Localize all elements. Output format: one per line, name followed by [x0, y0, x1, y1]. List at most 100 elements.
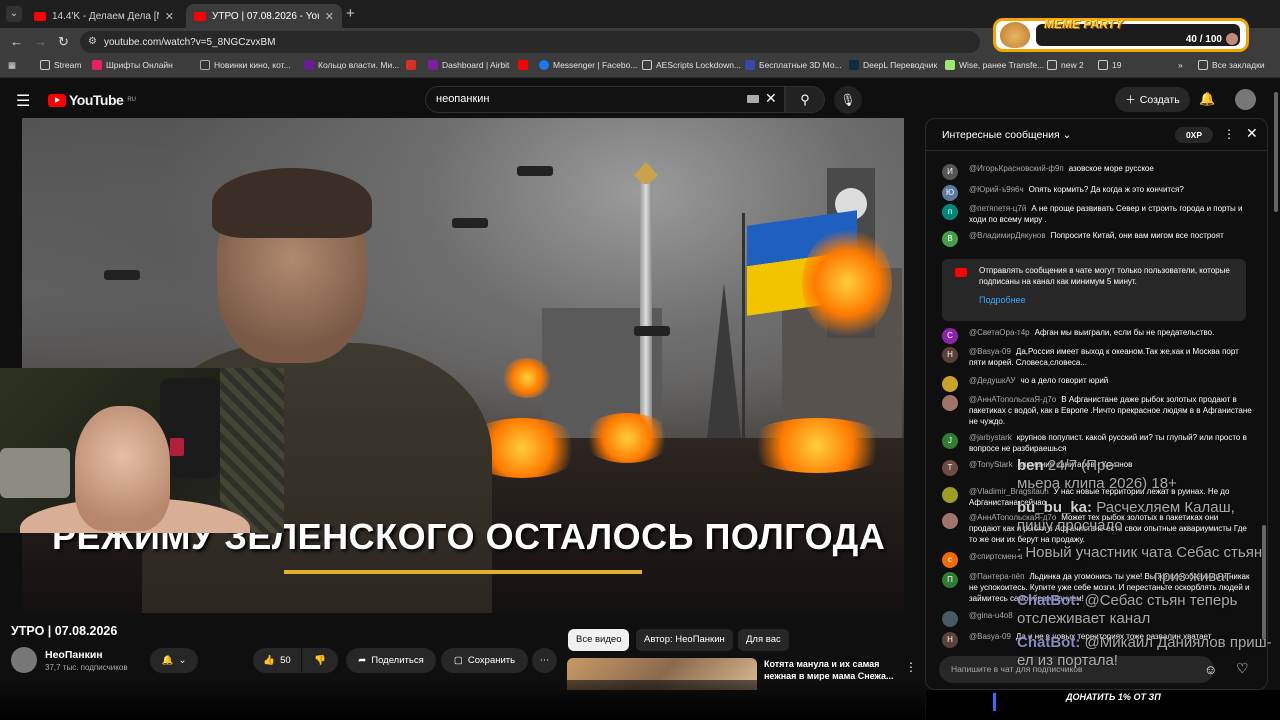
chat-author[interactable]: @Юрий-ъ9я6ч — [969, 185, 1024, 194]
recommendation-title[interactable]: Котята манула и их самая нежная в мире м… — [764, 658, 904, 682]
filter-chip-all[interactable]: Все видео — [568, 629, 630, 651]
bookmark-messenger[interactable]: Messenger | Facebo... — [539, 60, 637, 70]
browser-tab-2[interactable]: УТРО | 07.08.2026 - YouTub ✕ — [186, 4, 342, 28]
channel-name[interactable]: НеоПанкин — [45, 649, 103, 661]
chat-more-icon[interactable]: ⋮ — [1223, 127, 1235, 141]
dislike-button[interactable]: 👎 — [302, 648, 338, 673]
subscription-bell-button[interactable]: 🔔 ⌄ — [150, 648, 198, 673]
like-button[interactable]: 👍 50 — [253, 648, 301, 673]
overlay-chat-text: @Себас стьян теперь — [1084, 592, 1238, 609]
chat-avatar[interactable] — [942, 611, 958, 627]
bookmark-rings-of-power[interactable]: Кольцо власти. Ми... — [304, 60, 399, 70]
chat-avatar[interactable]: Ю — [942, 185, 958, 201]
chat-avatar[interactable]: J — [942, 433, 958, 449]
chat-avatar[interactable]: Н — [942, 347, 958, 363]
chat-avatar[interactable]: П — [942, 572, 958, 588]
chat-author[interactable]: @ИгорьКрасновский-ф9п — [969, 164, 1064, 173]
bookmark-19[interactable]: 19 — [1098, 60, 1121, 70]
bookmark-wise[interactable]: Wise, ранее Transfe... — [945, 60, 1044, 70]
bookmark-movies[interactable]: Новинки кино, кот... — [200, 60, 291, 70]
new-tab-button[interactable]: + — [346, 5, 355, 22]
video-player[interactable]: РЕЖИМУ ЗЕЛЕНСКОГО ОСТАЛОСЬ ПОЛГОДА — [22, 118, 904, 613]
chat-avatar[interactable] — [942, 513, 958, 529]
browser-tab-1[interactable]: 14.4'K - Делаем Дела [MATOE ✕ — [26, 4, 182, 28]
bookmark-new-2[interactable]: new 2 — [1047, 60, 1084, 70]
chat-author[interactable]: @СветаОра-т4р — [969, 328, 1030, 337]
back-icon[interactable]: ← — [10, 34, 23, 49]
channel-avatar[interactable] — [11, 647, 37, 673]
page-scrollbar[interactable] — [1272, 80, 1280, 690]
chat-author[interactable]: @jarbystark — [969, 433, 1012, 442]
bookmark-airbit[interactable]: Dashboard | Airbit — [428, 60, 509, 70]
more-actions-button[interactable]: ⋯ — [532, 648, 557, 673]
chat-avatar[interactable]: T — [942, 460, 958, 476]
youtube-logo[interactable]: YouTube RU — [48, 92, 136, 108]
chat-author[interactable]: @ДедушкАУ — [969, 376, 1015, 385]
chat-text: Попросите Китай, они вам мигом все постр… — [1050, 231, 1224, 240]
chat-author[interactable]: @Basya-09 — [969, 347, 1011, 356]
xp-badge[interactable]: 0XP — [1175, 127, 1213, 143]
reload-icon[interactable]: ↻ — [58, 34, 69, 50]
chat-author[interactable]: @АннАТопольскаЯ-д7о — [969, 395, 1056, 404]
chat-author[interactable]: @TonyStark — [969, 460, 1013, 469]
share-button[interactable]: ➦ Поделиться — [346, 648, 436, 673]
bookmark-3d-models[interactable]: Бесплатные 3D Мо... — [745, 60, 842, 70]
site-info-icon[interactable]: ⚙ — [88, 36, 97, 47]
menu-icon[interactable]: ☰ — [16, 91, 30, 111]
chat-scrollbar[interactable] — [1262, 155, 1266, 645]
search-button[interactable]: ⚲ — [785, 86, 825, 113]
clear-search-icon[interactable]: ✕ — [765, 90, 777, 107]
chat-avatar[interactable]: с — [942, 552, 958, 568]
bookmark-fonts[interactable]: Шрифты Онлайн — [92, 60, 173, 70]
close-chat-icon[interactable]: ✕ — [1246, 125, 1258, 142]
bookmark-stream[interactable]: Stream — [40, 60, 81, 70]
chat-message: Ю @Юрий-ъ9я6ч Опять кормить? Да когда ж эт… — [942, 184, 1252, 201]
recommendation-more-icon[interactable]: ⋮ — [905, 660, 917, 674]
youtube-header: ☰ YouTube RU неопанкин ✕ ⚲ 🎙 ＋ Создать 🔔 — [0, 80, 1280, 118]
avatar[interactable] — [1235, 89, 1256, 110]
notice-more-link[interactable]: Подробнее — [979, 295, 1026, 305]
close-tab-icon[interactable]: ✕ — [325, 10, 334, 23]
chat-author[interactable]: @Пантера-пёп — [969, 572, 1024, 581]
close-tab-icon[interactable]: ✕ — [165, 10, 174, 23]
filter-chip-author[interactable]: Автор: НеоПанкин — [636, 629, 733, 651]
chat-mode-dropdown[interactable]: Интересные сообщения ⌄ — [942, 129, 1071, 141]
chat-avatar[interactable]: С — [942, 328, 958, 344]
chat-author[interactable]: @Basya-09 — [969, 632, 1011, 641]
chat-author[interactable]: @спиртсмен-з — [969, 552, 1022, 561]
tab-1-label: 14.4'K - Делаем Дела [MATOE — [52, 10, 159, 22]
more-icon: ⋯ — [539, 655, 550, 666]
chat-avatar[interactable]: И — [942, 164, 958, 180]
apps-icon[interactable]: ▦ — [8, 60, 16, 71]
overlay-chat-line: пишу просчало — [1017, 517, 1123, 535]
bookmark-aescripts[interactable]: AEScripts Lockdown... — [642, 60, 741, 70]
voice-search-button[interactable]: 🎙 — [834, 86, 862, 114]
keyboard-icon[interactable] — [747, 95, 759, 103]
video-tower — [706, 283, 742, 448]
bookmark-gmail[interactable] — [406, 60, 416, 70]
address-bar[interactable]: ⚙ youtube.com/watch?v=5_8NGCzvxBM — [80, 31, 980, 53]
chat-avatar[interactable] — [942, 395, 958, 411]
chat-author[interactable]: @ВладимирДякунов — [969, 231, 1046, 240]
emoji-icon[interactable]: ☺ — [1204, 662, 1217, 677]
save-button[interactable]: ▢ Сохранить — [441, 648, 528, 673]
notifications-icon[interactable]: 🔔 — [1199, 91, 1215, 107]
create-button[interactable]: ＋ Создать — [1115, 87, 1190, 112]
bookmark-all[interactable]: Все закладки — [1198, 60, 1265, 70]
chat-avatar[interactable]: Н — [942, 632, 958, 648]
search-input[interactable]: неопанкин — [425, 86, 785, 113]
bookmark-youtube[interactable] — [518, 60, 528, 70]
chat-avatar[interactable]: В — [942, 231, 958, 247]
bookmark-deepl[interactable]: DeepL Переводчик — [849, 60, 937, 70]
chat-avatar[interactable]: п — [942, 204, 958, 220]
chat-author[interactable]: @петяпетя-ц7й — [969, 204, 1026, 213]
heart-icon[interactable]: ♡ — [1236, 660, 1249, 677]
chat-avatar[interactable] — [942, 487, 958, 503]
tab-search-icon[interactable]: ⌄ — [6, 6, 22, 22]
youtube-favicon-icon — [194, 11, 206, 21]
chat-avatar[interactable] — [942, 376, 958, 392]
forward-icon[interactable]: → — [34, 34, 47, 49]
chat-author[interactable]: @gina-u4o8 — [969, 611, 1013, 620]
more-bookmarks-icon[interactable]: » — [1178, 60, 1183, 70]
filter-chip-for-you[interactable]: Для вас — [738, 629, 789, 651]
